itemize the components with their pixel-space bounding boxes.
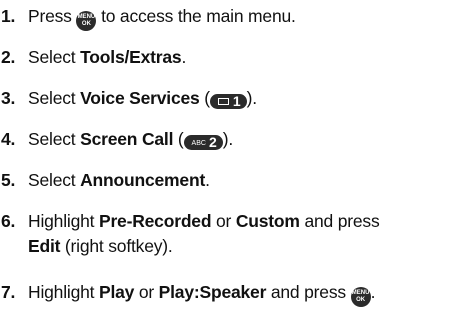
step-text-after: (right softkey). bbox=[60, 236, 173, 256]
step-text-after: . bbox=[181, 47, 187, 67]
key-1-icon: 1 bbox=[209, 93, 247, 109]
step-text-before: Highlight bbox=[28, 211, 99, 231]
step-text-after: to access the main menu. bbox=[96, 6, 296, 26]
paren-open: ( bbox=[173, 129, 184, 149]
step-text: Press MENU OK to access the main menu. bbox=[28, 5, 458, 31]
option-name: Play bbox=[98, 282, 135, 302]
step-text-before: Highlight bbox=[28, 282, 99, 302]
menu-item-name: Voice Services bbox=[80, 88, 200, 108]
step-text-line-2: Edit (right softkey). bbox=[28, 235, 173, 258]
step-number: 5. bbox=[1, 170, 16, 190]
paren-open: ( bbox=[199, 88, 210, 108]
step-text: Select Tools/Extras. bbox=[28, 46, 458, 69]
menu-ok-key-icon: MENU OK bbox=[350, 287, 371, 307]
step-number: 2. bbox=[1, 47, 16, 67]
step-text-after: and press bbox=[299, 211, 380, 231]
step-text-end: . bbox=[370, 282, 376, 302]
step-text-after: . bbox=[205, 170, 210, 190]
menu-item-name: Tools/Extras bbox=[80, 47, 182, 67]
menu-ok-key-icon: MENU OK bbox=[76, 11, 97, 31]
key-2-icon: ABC 2 bbox=[183, 134, 223, 150]
option-name: Custom bbox=[235, 211, 300, 231]
menu-key-top: MENU bbox=[351, 290, 370, 296]
step-text-before: Press bbox=[28, 6, 77, 26]
menu-key-bottom: OK bbox=[81, 21, 91, 27]
step-text: Select Voice Services (1). bbox=[28, 87, 458, 110]
step-text: Select Screen Call (ABC 2). bbox=[28, 128, 458, 151]
envelope-icon bbox=[217, 98, 229, 105]
option-name: Play:Speaker bbox=[158, 282, 267, 302]
step-number: 6. bbox=[1, 211, 16, 231]
menu-key-top: MENU bbox=[77, 14, 96, 20]
menu-item-name: Screen Call bbox=[80, 129, 174, 149]
step-number: 1. bbox=[1, 6, 16, 26]
step-text: Highlight Play or Play:Speaker and press… bbox=[28, 281, 458, 307]
step-number: 3. bbox=[1, 88, 16, 108]
softkey-name: Edit bbox=[28, 236, 61, 256]
step-number: 7. bbox=[1, 282, 16, 302]
step-text-before: Select bbox=[28, 170, 81, 190]
option-name: Pre-Recorded bbox=[98, 211, 212, 231]
step-text-before: Select bbox=[28, 129, 81, 149]
step-text-mid: or bbox=[211, 211, 236, 231]
step-text: Highlight Pre-Recorded or Custom and pre… bbox=[28, 210, 458, 233]
step-text-mid: or bbox=[134, 282, 159, 302]
key-letters: ABC bbox=[191, 140, 206, 147]
paren-close: ). bbox=[222, 129, 234, 149]
menu-key-bottom: OK bbox=[356, 297, 366, 303]
menu-item-name: Announcement bbox=[80, 170, 206, 190]
step-number: 4. bbox=[1, 129, 16, 149]
key-digit: 1 bbox=[232, 93, 241, 109]
step-text-after: and press bbox=[266, 282, 351, 302]
step-text-before: Select bbox=[28, 88, 81, 108]
step-text: Select Announcement. bbox=[28, 169, 458, 192]
step-text-before: Select bbox=[28, 47, 81, 67]
paren-close: ). bbox=[246, 88, 258, 108]
key-digit: 2 bbox=[208, 134, 217, 150]
